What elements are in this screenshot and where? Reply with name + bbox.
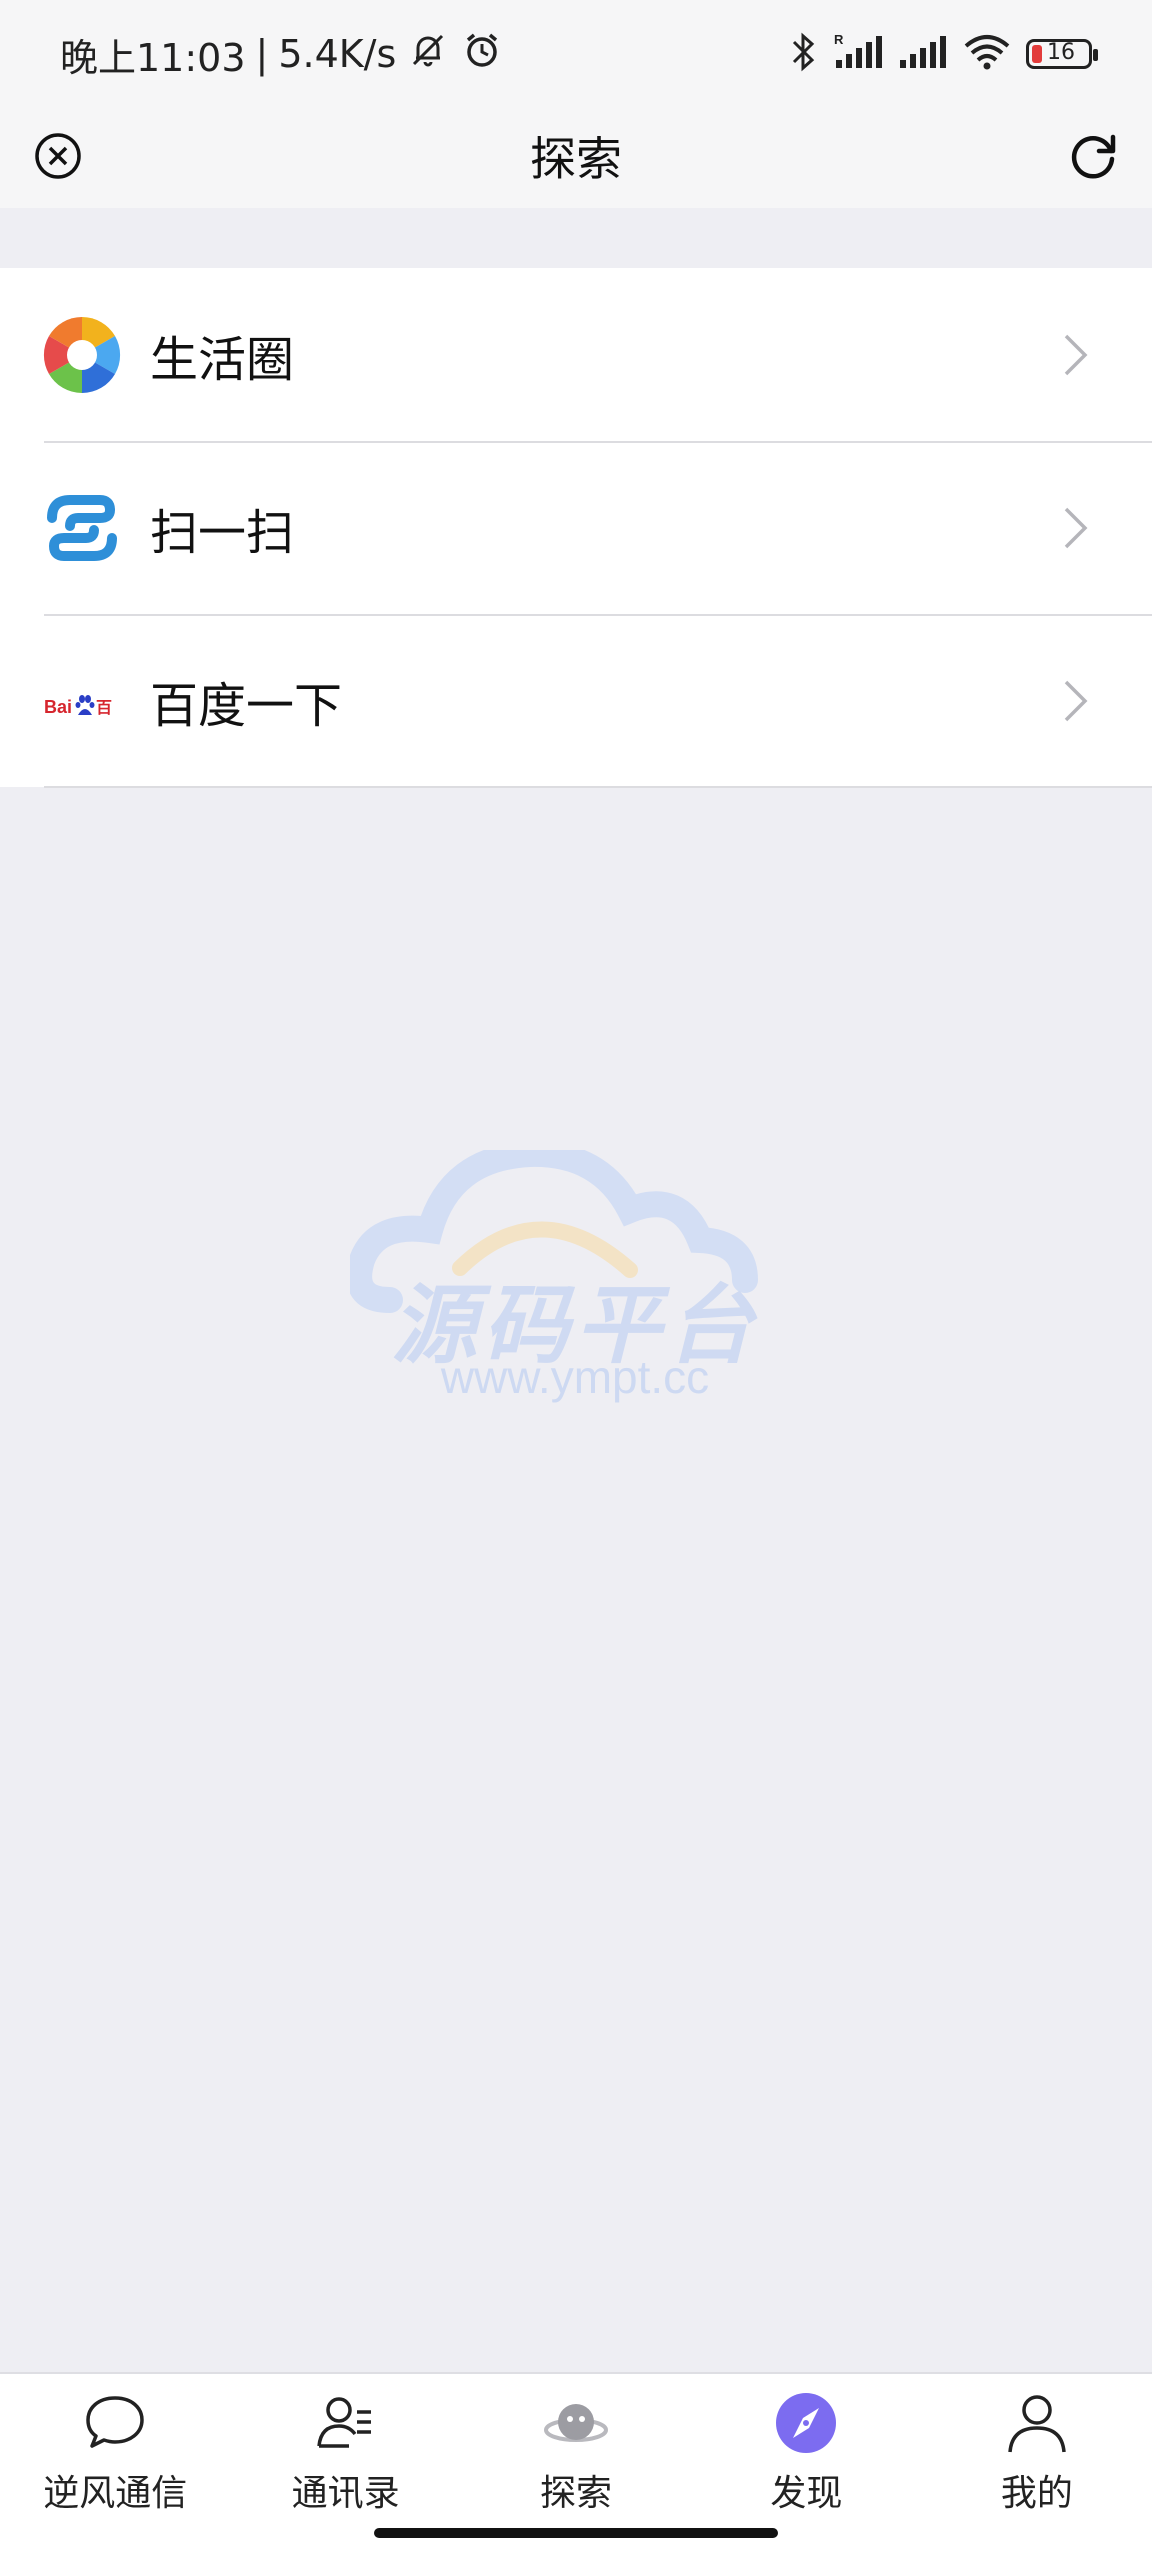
tab-chat[interactable]: 逆风通信 [0, 2374, 230, 2562]
status-net-speed: 5.4K/s [278, 32, 397, 76]
watermark-url: www.ympt.cc [440, 1351, 710, 1403]
page-title: 探索 [530, 132, 622, 186]
status-right: R 16 [788, 26, 1098, 82]
person-icon [1002, 2388, 1072, 2458]
menu-divider [44, 786, 1152, 788]
chevron-right-icon [1060, 332, 1090, 378]
svg-text:Bai: Bai [44, 697, 72, 717]
chat-bubble-icon [80, 2388, 150, 2458]
tab-profile[interactable]: 我的 [922, 2374, 1152, 2562]
menu-item-label: 扫一扫 [150, 504, 295, 561]
scan-icon [42, 488, 122, 568]
tab-label: 我的 [1000, 2473, 1073, 2514]
watermark: 源码平台 www.ympt.cc [350, 1150, 800, 1410]
bluetooth-icon [788, 30, 818, 78]
svg-text:R: R [834, 32, 844, 47]
signal-r-icon: R [832, 30, 884, 78]
battery-level: 16 [1047, 40, 1075, 65]
svg-text:百: 百 [96, 698, 112, 717]
status-left: 晚上11:03 | 5.4K/s [60, 26, 504, 82]
explore-menu: 生活圈 扫一扫 Bai 百 百度一下 [0, 268, 1152, 787]
tab-label: 探索 [540, 2473, 613, 2514]
menu-item-baidu[interactable]: Bai 百 百度一下 [0, 614, 1152, 787]
menu-item-label: 生活圈 [150, 331, 295, 388]
battery-icon: 16 [1026, 39, 1098, 69]
status-separator: | [255, 32, 269, 76]
tab-label: 通讯录 [291, 2473, 400, 2514]
status-bar: 晚上11:03 | 5.4K/s R 16 [0, 0, 1152, 104]
chevron-right-icon [1060, 678, 1090, 724]
aperture-icon [42, 315, 122, 395]
menu-item-label: 百度一下 [150, 677, 343, 734]
baidu-logo-icon: Bai 百 [42, 661, 122, 741]
home-indicator[interactable] [374, 2528, 778, 2538]
alarm-icon [460, 28, 504, 81]
tab-label: 发现 [770, 2473, 843, 2514]
contacts-icon [311, 2388, 381, 2458]
refresh-icon[interactable] [1062, 124, 1126, 188]
status-time: 晚上11:03 [60, 35, 246, 80]
tab-label: 逆风通信 [43, 2473, 188, 2514]
menu-item-scan[interactable]: 扫一扫 [0, 441, 1152, 614]
wifi-icon [962, 30, 1012, 78]
menu-item-life-circle[interactable]: 生活圈 [0, 268, 1152, 441]
chevron-right-icon [1060, 505, 1090, 551]
mute-bell-icon [406, 28, 450, 81]
nav-bar: 探索 [0, 104, 1152, 208]
compass-icon [771, 2388, 841, 2458]
planet-icon [541, 2388, 611, 2458]
signal-icon [898, 30, 948, 78]
